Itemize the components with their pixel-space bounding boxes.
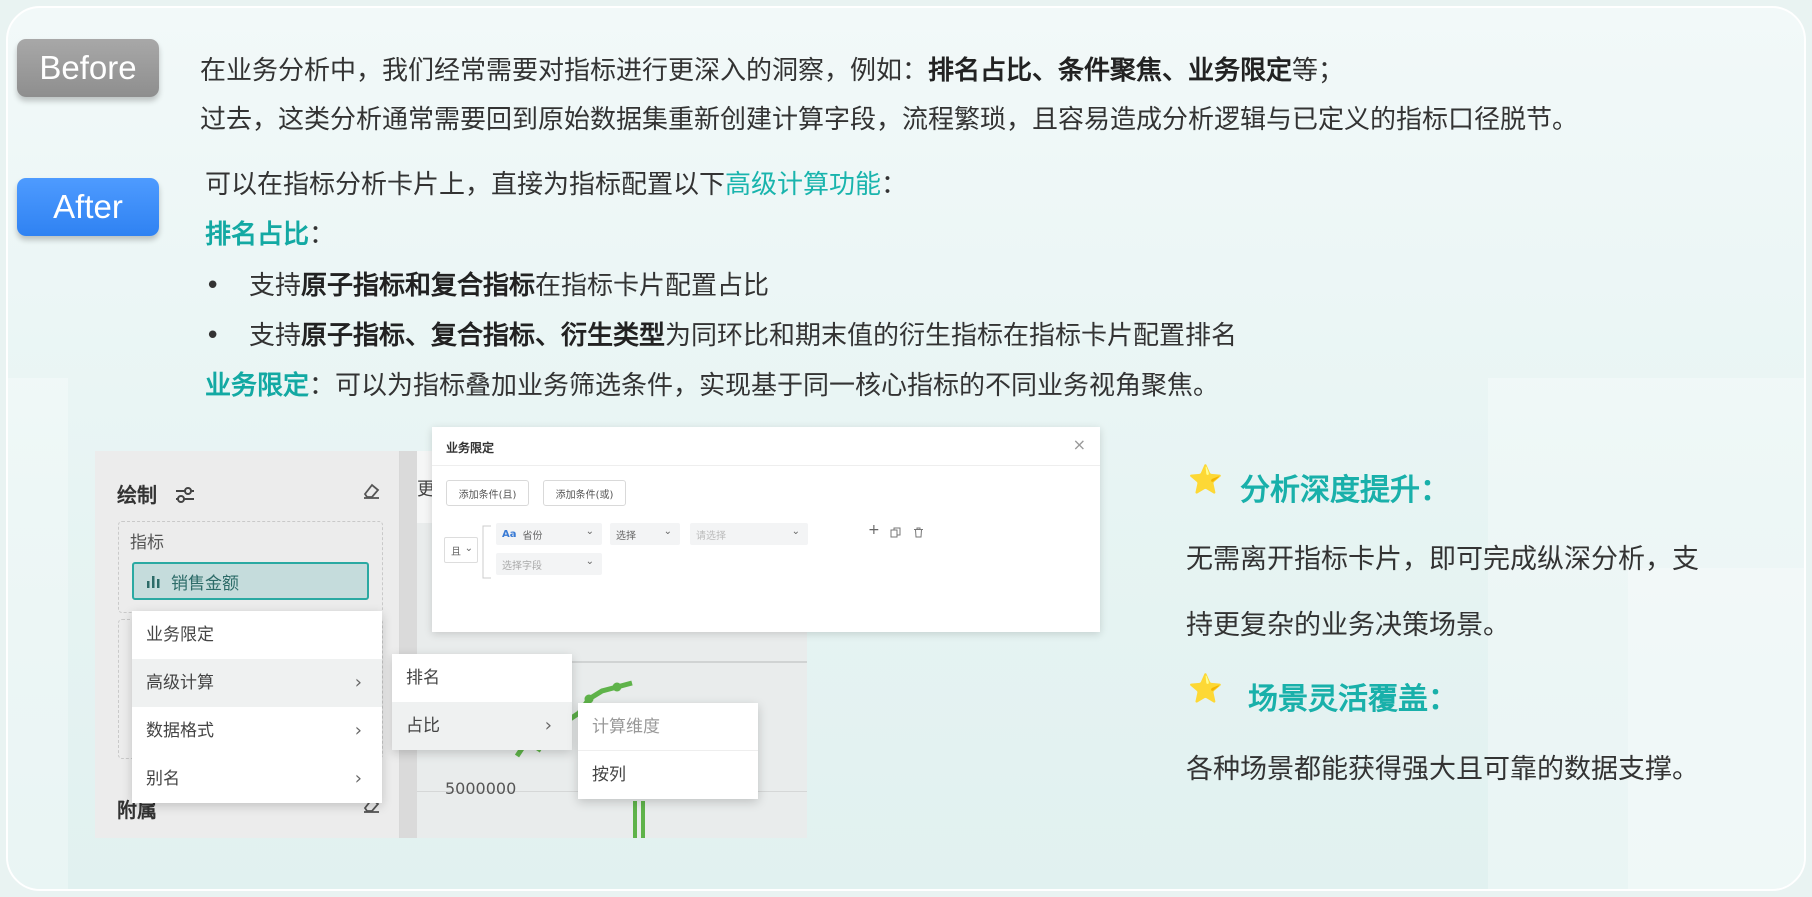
dialog-divider	[432, 465, 1100, 466]
bullet-dot: •	[205, 321, 221, 351]
highlight-title: 场景灵活覆盖：	[1248, 682, 1458, 717]
chevron-down-icon: ⌄	[791, 526, 800, 537]
bullet-dot: •	[205, 271, 221, 301]
menu-item-label: 高级计算	[146, 673, 214, 693]
submenu-item-by-column[interactable]: 按列	[578, 751, 758, 799]
highlight-text: 各种场景都能获得强大且可靠的数据支撑。	[1186, 754, 1699, 785]
menu-item-label: 占比	[406, 716, 440, 736]
bullet-bold: 原子指标、复合指标、衍生类型	[301, 321, 666, 351]
menu-item-advanced-calc[interactable]: 高级计算 ›	[132, 659, 382, 707]
business-limit-dialog: 业务限定 × 添加条件(且) 添加条件(或) 且 ⌄ Aa 省份 ⌄ 选择 ⌄ 请选择 ⌄…	[432, 427, 1100, 632]
second-field-select[interactable]: 选择字段 ⌄	[496, 553, 602, 575]
before-line-1-end: 等；	[1292, 56, 1345, 86]
background-decoration	[8, 378, 68, 889]
menu-item-label: 排名	[406, 668, 440, 688]
before-line-2: 过去，这类分析通常需要回到原始数据集重新创建计算字段，流程繁琐，且容易造成分析逻…	[200, 105, 1579, 135]
submenu-item-calc-dimension: 计算维度	[578, 703, 758, 751]
limit-heading: 业务限定	[205, 371, 310, 401]
bullet-text: 为同环比和期末值的衍生指标在指标卡片配置排名	[665, 321, 1238, 351]
panel-divider	[400, 451, 417, 838]
bar-chart-icon	[147, 576, 160, 588]
bullet-text: 支持	[249, 321, 302, 351]
limit-text: ：可以为指标叠加业务筛选条件，实现基于同一核心指标的不同业务视角聚焦。	[309, 371, 1220, 401]
rank-heading: 排名占比	[205, 220, 310, 250]
after-badge: After	[17, 178, 159, 236]
draw-title-text: 绘制	[117, 483, 157, 507]
chevron-down-icon: ⌄	[585, 556, 594, 567]
value-select[interactable]: 请选择 ⌄	[690, 523, 808, 545]
submenu-item-rank[interactable]: 排名	[392, 654, 572, 702]
submenu-ratio: 计算维度 按列	[578, 703, 758, 799]
menu-item-label: 别名	[146, 769, 180, 789]
bullet-item: • 支持原子指标和复合指标在指标卡片配置占比	[205, 269, 769, 303]
add-and-condition-button[interactable]: 添加条件(且)	[446, 480, 529, 506]
operator-select[interactable]: 选择 ⌄	[610, 523, 680, 545]
bullet-text: 在指标卡片配置占比	[535, 271, 770, 301]
metric-chip[interactable]: 销售金额	[132, 562, 369, 600]
before-line-1: 在业务分析中，我们经常需要对指标进行更深入的洞察，例如：排名占比、条件聚焦、业务…	[200, 54, 1344, 88]
menu-item-alias[interactable]: 别名 ›	[132, 755, 382, 803]
advanced-calc-link[interactable]: 高级计算功能	[725, 170, 881, 200]
bullet-bold: 原子指标和复合指标	[301, 271, 536, 301]
context-menu: 业务限定 高级计算 › 数据格式 › 别名 ›	[132, 611, 382, 803]
chevron-down-icon: ⌄	[663, 526, 672, 537]
copy-icon[interactable]	[890, 527, 901, 538]
limit-line: 业务限定：可以为指标叠加业务筛选条件，实现基于同一核心指标的不同业务视角聚焦。	[205, 369, 1219, 403]
add-or-condition-button[interactable]: 添加条件(或)	[543, 480, 626, 506]
menu-item-business-limit[interactable]: 业务限定	[132, 611, 382, 659]
chevron-down-icon: ⌄	[464, 543, 473, 554]
highlight-text: 持更复杂的业务决策场景。	[1186, 610, 1510, 641]
bullet-text: 支持	[249, 271, 302, 301]
add-icon[interactable]: +	[868, 522, 880, 538]
trash-icon[interactable]	[913, 527, 924, 538]
settings-sliders-icon[interactable]	[174, 486, 196, 504]
logic-label: 且	[451, 546, 461, 558]
star-icon: ⭐	[1188, 672, 1223, 705]
submenu-item-ratio[interactable]: 占比 ›	[392, 702, 572, 750]
eraser-icon[interactable]	[361, 481, 381, 501]
chevron-right-icon: ›	[354, 768, 362, 789]
after-intro-text: 可以在指标分析卡片上，直接为指标配置以下	[205, 170, 726, 200]
logic-bracket	[482, 525, 491, 579]
menu-item-label: 业务限定	[146, 625, 214, 645]
field-value: 省份	[522, 530, 543, 542]
submenu-advanced-calc: 排名 占比 ›	[392, 654, 572, 750]
before-line-1-text: 在业务分析中，我们经常需要对指标进行更深入的洞察，例如：	[200, 56, 929, 86]
dialog-title: 业务限定	[446, 441, 495, 455]
menu-item-label: 数据格式	[146, 721, 214, 741]
field-select[interactable]: Aa 省份 ⌄	[496, 523, 602, 545]
logic-select[interactable]: 且 ⌄	[444, 537, 478, 563]
chevron-down-icon: ⌄	[585, 526, 594, 537]
value-placeholder: 请选择	[696, 530, 726, 542]
rank-heading-line: 排名占比：	[205, 218, 335, 252]
before-line-1-bold: 排名占比、条件聚焦、业务限定	[928, 56, 1293, 86]
highlight-title: 分析深度提升：	[1240, 473, 1450, 508]
field-placeholder: 选择字段	[502, 560, 542, 572]
operator-value: 选择	[616, 530, 636, 542]
after-intro-colon: ：	[881, 170, 908, 200]
star-icon: ⭐	[1188, 463, 1223, 496]
close-icon[interactable]: ×	[1073, 435, 1086, 454]
after-intro: 可以在指标分析卡片上，直接为指标配置以下高级计算功能：	[205, 168, 907, 202]
field-label: 指标	[130, 533, 164, 553]
bullet-item: • 支持原子指标、复合指标、衍生类型为同环比和期末值的衍生指标在指标卡片配置排名	[205, 319, 1237, 353]
background-decoration	[1628, 568, 1804, 889]
highlight-text: 无需离开指标卡片，即可完成纵深分析，支	[1186, 544, 1699, 575]
text-type-icon: Aa	[502, 528, 517, 540]
chevron-right-icon: ›	[544, 715, 552, 736]
before-badge: Before	[17, 39, 159, 97]
metric-name: 销售金额	[171, 573, 239, 594]
chevron-right-icon: ›	[354, 672, 362, 693]
draw-title: 绘制	[117, 479, 196, 508]
chevron-right-icon: ›	[354, 720, 362, 741]
menu-item-data-format[interactable]: 数据格式 ›	[132, 707, 382, 755]
rank-heading-colon: ：	[309, 220, 336, 250]
